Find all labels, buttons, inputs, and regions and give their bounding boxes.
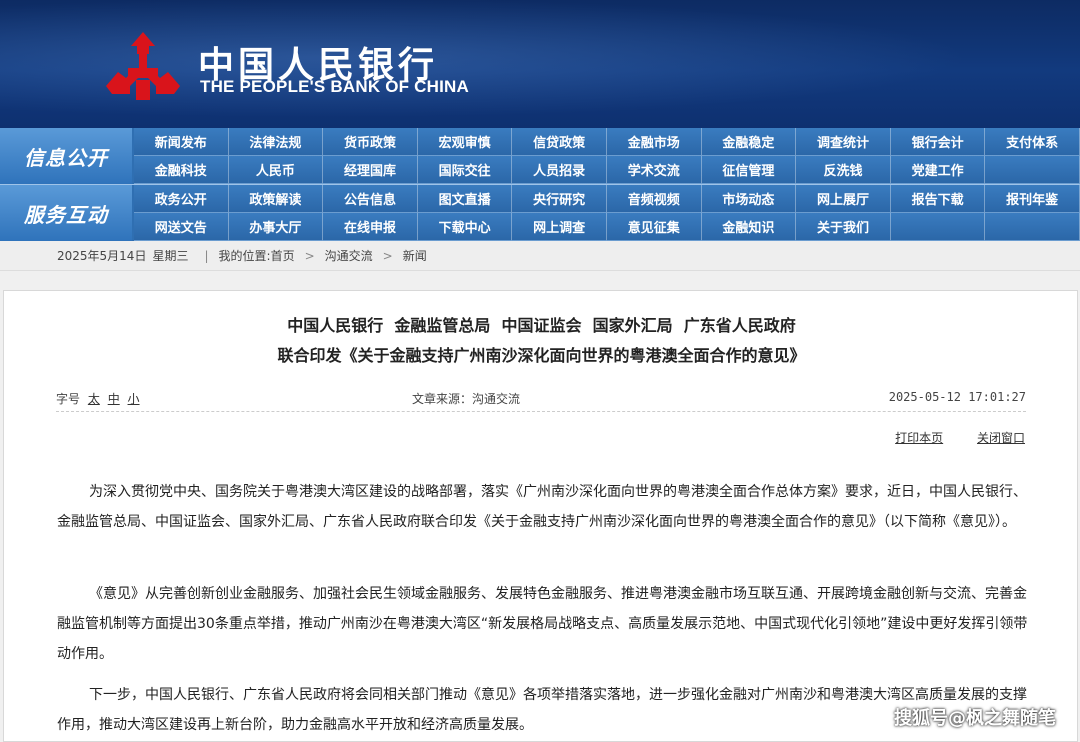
site-header: 中国人民银行 THE PEOPLE'S BANK OF CHINA: [0, 0, 1080, 128]
nav-item[interactable]: 在线申报: [323, 213, 418, 241]
nav-item[interactable]: 经理国库: [323, 156, 418, 184]
article-paragraph: 为深入贯彻党中央、国务院关于粤港澳大湾区建设的战略部署，落实《广州南沙深化面向世…: [57, 484, 1027, 530]
nav-item[interactable]: 党建工作: [890, 156, 986, 184]
nav-item[interactable]: 国际交往: [417, 156, 513, 184]
nav-item[interactable]: 人民币: [228, 156, 324, 184]
article-meta: 字号 太 中 小 文章来源：沟通交流 2025-05-12 17:01:27: [56, 388, 1026, 412]
article-panel: 中国人民银行 金融监管总局 中国证监会 国家外汇局 广东省人民政府 联合印发《关…: [3, 290, 1078, 742]
nav-item[interactable]: 法律法规: [228, 128, 324, 156]
nav-empty-cell: [890, 213, 986, 241]
location-label: 我的位置:: [218, 249, 271, 263]
nav-item[interactable]: 金融知识: [701, 213, 797, 241]
article-datetime: 2025-05-12 17:01:27: [888, 390, 1026, 404]
breadcrumb: 2025年5月14日 星期三 | 我的位置: 首页 > 沟通交流 > 新闻: [0, 241, 1080, 271]
nav-group-label[interactable]: 信息公开: [0, 128, 132, 184]
nav-item[interactable]: 政策解读: [228, 185, 324, 213]
pboc-emblem-icon[interactable]: [100, 28, 186, 104]
nav-item[interactable]: 音频视频: [606, 185, 702, 213]
article-paragraph: 《意见》从完善创新创业金融服务、加强社会民生领域金融服务、发展特色金融服务、推进…: [57, 586, 1028, 662]
breadcrumb-current-link[interactable]: 新闻: [403, 247, 427, 264]
font-size-controls: 字号 太 中 小: [56, 390, 140, 407]
nav-item[interactable]: 新闻发布: [134, 128, 229, 156]
nav-item[interactable]: 意见征集: [606, 213, 702, 241]
nav-empty-cell: [985, 213, 1080, 241]
article-source: 文章来源：沟通交流: [412, 392, 521, 406]
current-weekday: 星期三: [152, 249, 189, 263]
chevron-right-icon: >: [382, 248, 393, 263]
nav-item[interactable]: 网上调查: [512, 213, 607, 241]
nav-item[interactable]: 办事大厅: [228, 213, 324, 241]
nav-item[interactable]: 网送文告: [134, 213, 229, 241]
nav-item[interactable]: 人员招录: [512, 156, 607, 184]
nav-item[interactable]: 报告下载: [890, 185, 986, 213]
breadcrumb-divider: |: [204, 248, 209, 263]
nav-cells-service: 政务公开 政策解读 公告信息 图文直播 央行研究 音频视频 市场动态 网上展厅 报告下载 报刊年鉴…: [134, 185, 1080, 241]
article-title-line2: 联合印发《关于金融支持广州南沙深化面向世界的粤港澳全面合作的意见》: [277, 346, 806, 365]
font-medium-link[interactable]: 中: [108, 392, 120, 406]
nav-item[interactable]: 市场动态: [701, 185, 797, 213]
nav-item[interactable]: 货币政策: [323, 128, 418, 156]
source-watermark: 搜狐号@枫之舞随笔: [894, 708, 1056, 729]
nav-group-service: 服务互动 政务公开 政策解读 公告信息 图文直播 央行研究 音频视频 市场动态 网上展厅 报告下…: [0, 185, 1080, 241]
nav-item[interactable]: 报刊年鉴: [985, 185, 1080, 213]
nav-item[interactable]: 反洗钱: [796, 156, 891, 184]
nav-item[interactable]: 网上展厅: [796, 185, 891, 213]
article-paragraph: 下一步，中国人民银行、广东省人民政府将会同相关部门推动《意见》各项举措落实落地，…: [57, 687, 1027, 733]
nav-item[interactable]: 央行研究: [512, 185, 607, 213]
nav-empty-cell: [985, 156, 1080, 184]
nav-item[interactable]: 公告信息: [323, 185, 418, 213]
font-large-link[interactable]: 太: [88, 392, 100, 406]
current-date: 2025年5月14日: [57, 249, 147, 263]
nav-item[interactable]: 宏观审慎: [417, 128, 513, 156]
nav-item[interactable]: 金融科技: [134, 156, 229, 184]
nav-item[interactable]: 信贷政策: [512, 128, 607, 156]
nav-item[interactable]: 支付体系: [985, 128, 1080, 156]
print-page-link[interactable]: 打印本页: [895, 431, 943, 445]
nav-item[interactable]: 政务公开: [134, 185, 229, 213]
article-tools: 打印本页 关闭窗口: [865, 429, 1025, 446]
nav-item[interactable]: 征信管理: [701, 156, 797, 184]
font-small-link[interactable]: 小: [128, 392, 140, 406]
nav-item[interactable]: 调查统计: [796, 128, 891, 156]
nav-group-label[interactable]: 服务互动: [0, 185, 132, 241]
font-size-label: 字号: [56, 392, 81, 406]
nav-item[interactable]: 金融市场: [606, 128, 702, 156]
nav-item[interactable]: 银行会计: [890, 128, 986, 156]
nav-item[interactable]: 关于我们: [796, 213, 891, 241]
main-nav: 信息公开 新闻发布 法律法规 货币政策 宏观审慎 信贷政策 金融市场 金融稳定 调查统计 银行会…: [0, 128, 1080, 241]
chevron-right-icon: >: [304, 248, 315, 263]
brand-title-en: THE PEOPLE'S BANK OF CHINA: [200, 77, 469, 96]
breadcrumb-home-link[interactable]: 首页: [271, 247, 295, 264]
article-title-line1: 中国人民银行 金融监管总局 中国证监会 国家外汇局 广东省人民政府: [287, 316, 796, 335]
nav-item[interactable]: 图文直播: [417, 185, 513, 213]
nav-item[interactable]: 学术交流: [606, 156, 702, 184]
nav-item[interactable]: 下载中心: [417, 213, 513, 241]
nav-group-info: 信息公开 新闻发布 法律法规 货币政策 宏观审慎 信贷政策 金融市场 金融稳定 调查统计 银行会…: [0, 128, 1080, 184]
nav-item[interactable]: 金融稳定: [701, 128, 797, 156]
close-window-link[interactable]: 关闭窗口: [977, 431, 1025, 445]
nav-cells-info: 新闻发布 法律法规 货币政策 宏观审慎 信贷政策 金融市场 金融稳定 调查统计 银行会计 支付体系…: [134, 128, 1080, 184]
breadcrumb-section-link[interactable]: 沟通交流: [325, 247, 373, 264]
